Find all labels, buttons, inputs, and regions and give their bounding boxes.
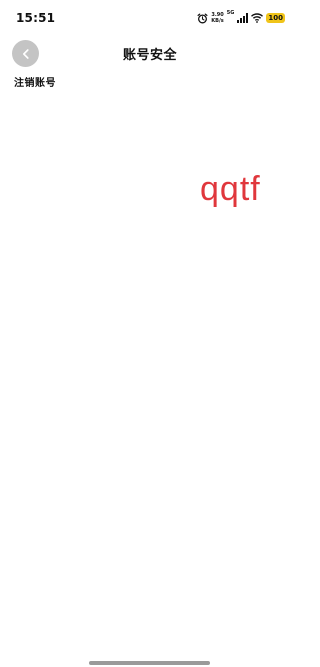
signal-icon [237, 13, 249, 23]
app-header: 账号安全 [0, 36, 300, 70]
battery-icon: 100 [266, 13, 285, 23]
network-generation: 5G [226, 10, 235, 16]
status-bar: 15:51 3.90 KB/s 5G 100 [0, 0, 300, 34]
page-title: 账号安全 [122, 48, 177, 63]
alarm-icon [197, 13, 208, 24]
network-speed-unit: KB/s [211, 18, 224, 24]
home-indicator[interactable] [89, 661, 210, 665]
status-time: 15:51 [16, 11, 56, 25]
status-icons: 3.90 KB/s 5G 100 [197, 10, 285, 26]
floating-red-text: qqtf [200, 170, 261, 208]
cancel-account-item[interactable]: 注销账号 [14, 74, 56, 89]
wifi-icon [251, 13, 264, 23]
network-speed: 3.90 KB/s [211, 12, 224, 24]
